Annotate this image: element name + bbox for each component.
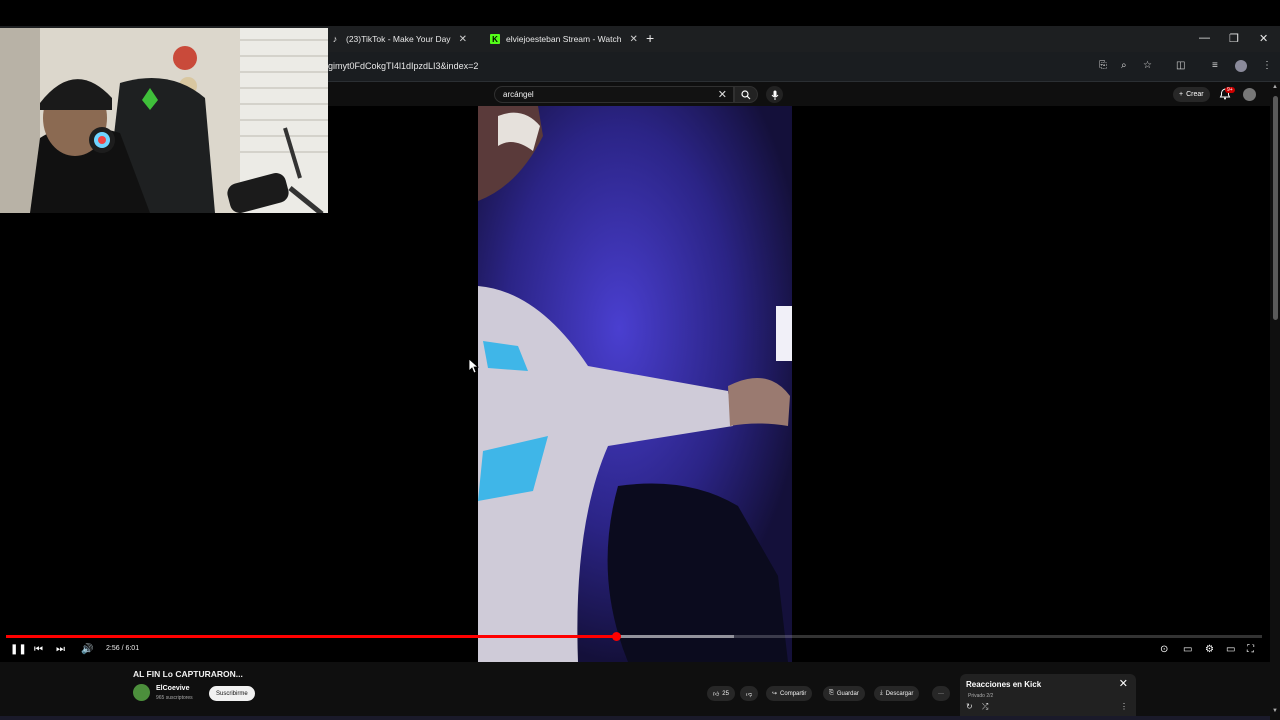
tab-kick[interactable]: K elviejoesteban Stream - Watch ✕ bbox=[490, 26, 640, 52]
subtitles-icon[interactable]: ▭ bbox=[1183, 644, 1192, 655]
profile-avatar[interactable] bbox=[1235, 60, 1247, 72]
star-icon[interactable]: ☆ bbox=[1143, 60, 1152, 71]
search-icon bbox=[741, 89, 751, 99]
download-label: Descargar bbox=[885, 690, 914, 697]
scroll-up-icon[interactable]: ▲ bbox=[1272, 84, 1278, 90]
fullscreen-icon[interactable]: ⛶ bbox=[1247, 644, 1254, 655]
tab-tiktok[interactable]: ♪ (23)TikTok - Make Your Day ✕ bbox=[330, 26, 480, 52]
close-icon[interactable]: ✕ bbox=[1119, 677, 1128, 690]
close-icon[interactable]: ✕ bbox=[459, 34, 467, 45]
plus-icon: + bbox=[1179, 91, 1184, 98]
mouse-cursor-icon bbox=[469, 359, 479, 374]
notification-count-badge: 9+ bbox=[1225, 87, 1235, 93]
video-title: AL FIN Lo CAPTURARON... bbox=[133, 669, 243, 679]
create-label: Crear bbox=[1186, 91, 1204, 98]
autoplay-toggle[interactable]: ⊙ bbox=[1160, 644, 1168, 655]
subscriber-count: 965 suscriptores bbox=[156, 695, 193, 701]
player-controls: ❚❚ ⏮ ⏭ 🔊 2:56 / 6:01 ⊙ ▭ ⚙ ▭ ⛶ bbox=[0, 641, 1280, 659]
subscribe-button[interactable]: Suscribirme bbox=[209, 686, 255, 701]
theater-mode-icon[interactable]: ▭ bbox=[1226, 644, 1235, 655]
download-button[interactable]: ⤓ Descargar bbox=[874, 686, 920, 701]
restore-icon[interactable]: ❐ bbox=[1229, 32, 1239, 45]
next-button[interactable]: ⏭ bbox=[56, 644, 65, 655]
clear-search-icon[interactable]: ✕ bbox=[718, 88, 727, 101]
previous-button[interactable]: ⏮ bbox=[34, 644, 43, 655]
shuffle-icon[interactable]: ⤮ bbox=[982, 702, 988, 712]
close-window-icon[interactable]: ✕ bbox=[1259, 32, 1268, 45]
dislike-button[interactable]: 👎︎ bbox=[740, 686, 759, 701]
avatar[interactable] bbox=[1243, 88, 1256, 101]
webcam-image bbox=[0, 28, 328, 213]
thumbs-up-icon: 👍︎ bbox=[713, 691, 720, 698]
tiktok-icon: ♪ bbox=[332, 34, 338, 44]
tab-title: (23)TikTok - Make Your Day bbox=[346, 34, 451, 44]
kick-icon: K bbox=[490, 34, 500, 44]
taskbar-edge bbox=[0, 716, 1270, 720]
video-content bbox=[478, 106, 792, 662]
save-button[interactable]: ⎘ Guardar bbox=[823, 686, 865, 701]
share-icon: ↪ bbox=[772, 691, 778, 697]
menu-icon[interactable]: ⋮ bbox=[1262, 60, 1272, 71]
share-button[interactable]: ↪ Compartir bbox=[766, 686, 813, 701]
media-icon[interactable]: ≡ bbox=[1212, 60, 1218, 71]
like-count: 25 bbox=[722, 690, 729, 697]
playlist-menu-icon[interactable]: ⋮ bbox=[1120, 702, 1128, 711]
time-display: 2:56 / 6:01 bbox=[106, 645, 140, 652]
more-icon: ··· bbox=[938, 690, 944, 697]
save-label: Guardar bbox=[836, 690, 859, 697]
tab-title: elviejoesteban Stream - Watch bbox=[506, 34, 622, 44]
search-input[interactable]: arcángel ✕ bbox=[494, 86, 734, 103]
settings-gear-icon[interactable]: ⚙ bbox=[1205, 644, 1214, 655]
pause-button[interactable]: ❚❚ bbox=[10, 644, 27, 655]
progress-played bbox=[6, 635, 617, 638]
search-query: arcángel bbox=[503, 90, 534, 99]
thumbs-down-icon: 👎︎ bbox=[746, 691, 753, 698]
channel-name[interactable]: ElCoevive bbox=[156, 685, 189, 692]
playlist-title: Reacciones en Kick bbox=[966, 680, 1042, 689]
video-info-section: AL FIN Lo CAPTURARON... ElCoevive 965 su… bbox=[0, 662, 1280, 720]
scroll-down-icon[interactable]: ▼ bbox=[1272, 708, 1278, 714]
loop-icon[interactable]: ↻ bbox=[966, 702, 973, 711]
bookmark-icon: ⎘ bbox=[829, 690, 834, 696]
progress-bar[interactable] bbox=[6, 632, 1262, 641]
new-tab-button[interactable]: + bbox=[646, 30, 654, 46]
close-icon[interactable]: ✕ bbox=[629, 34, 637, 45]
sidebar-icon[interactable]: ◫ bbox=[1176, 60, 1185, 71]
search-button[interactable] bbox=[734, 86, 758, 103]
share-label: Compartir bbox=[780, 690, 807, 697]
more-actions-button[interactable]: ··· bbox=[932, 686, 950, 701]
playlist-panel: Reacciones en Kick Privado 2/2 ✕ ↻ ⤮ ⋮ bbox=[960, 674, 1136, 720]
webcam-overlay bbox=[0, 28, 328, 213]
download-icon: ⤓ bbox=[880, 690, 883, 696]
minimize-icon[interactable]: — bbox=[1199, 32, 1210, 44]
playlist-subtitle: Privado 2/2 bbox=[968, 693, 994, 699]
volume-icon[interactable]: 🔊 bbox=[81, 644, 93, 655]
create-button[interactable]: + Crear bbox=[1173, 87, 1210, 102]
zoom-icon[interactable]: ⌕ bbox=[1121, 60, 1127, 71]
like-button[interactable]: 👍︎ 25 bbox=[707, 686, 735, 701]
scroll-thumb[interactable] bbox=[1273, 96, 1278, 320]
channel-avatar[interactable] bbox=[133, 684, 150, 701]
microphone-icon bbox=[771, 90, 778, 100]
voice-search-button[interactable] bbox=[766, 86, 783, 103]
video-frame bbox=[478, 106, 792, 662]
url-text[interactable]: gimyt0FdCokgTI4l1dIpzdLI3&index=2 bbox=[328, 61, 478, 71]
install-icon[interactable]: ⎘ bbox=[1099, 60, 1107, 71]
page-scrollbar[interactable]: ▲ ▼ bbox=[1270, 82, 1280, 720]
